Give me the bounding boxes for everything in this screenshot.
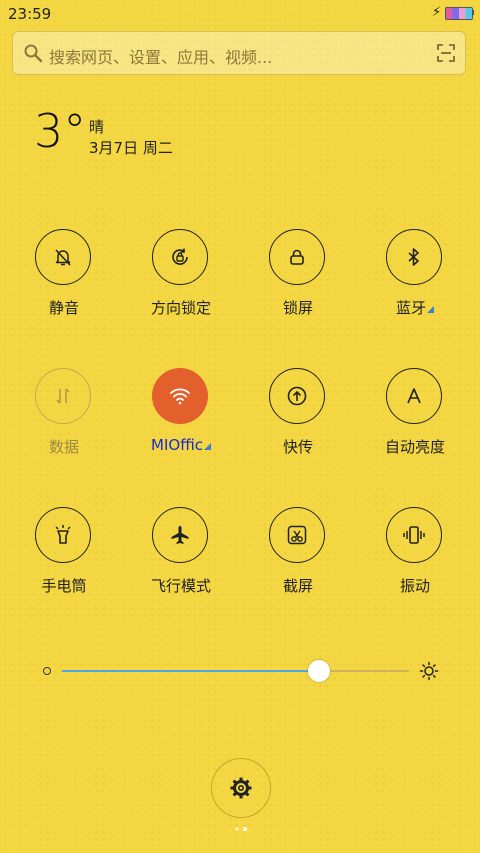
toggle-screenshot[interactable]: 截屏 <box>248 507 348 617</box>
toggle-screenshot-label: 截屏 <box>282 577 313 595</box>
more-indicator-icon <box>203 443 211 450</box>
toggle-data-button[interactable] <box>35 368 91 424</box>
flashlight-icon <box>55 525 71 544</box>
lock-icon <box>290 249 304 265</box>
toggle-bluetooth-label: 蓝牙 <box>365 297 465 318</box>
toggle-bluetooth-button[interactable] <box>386 229 442 285</box>
page-dot-active <box>243 827 247 831</box>
brightness-fill <box>62 670 319 672</box>
toggle-autobright-label: 自动亮度 <box>384 438 445 456</box>
auto-brightness-icon <box>407 388 421 404</box>
search-placeholder: 搜索网页、设置、应用、视频... <box>49 48 273 67</box>
upload-icon <box>287 386 307 406</box>
page-indicator <box>233 827 253 833</box>
toggle-mute-button[interactable] <box>35 229 91 285</box>
toggle-rotation-label: 方向锁定 <box>150 299 211 317</box>
toggle-rotation-button[interactable] <box>152 229 208 285</box>
toggle-data[interactable]: 数据 <box>14 368 114 478</box>
toggle-lock-label: 锁屏 <box>282 299 313 317</box>
rotation-lock-icon <box>172 248 188 265</box>
bluetooth-icon <box>408 248 419 266</box>
brightness-track[interactable] <box>62 670 409 672</box>
weather-condition: 晴 <box>89 118 105 136</box>
toggle-vibrate[interactable]: 振动 <box>365 507 465 617</box>
brightness-slider[interactable] <box>40 658 440 684</box>
toggle-lock-button[interactable] <box>269 229 325 285</box>
weather-temperature: 3° <box>34 104 87 158</box>
toggle-lock[interactable]: 锁屏 <box>248 229 348 339</box>
more-indicator-icon <box>427 306 434 313</box>
airplane-icon <box>171 526 189 544</box>
toggle-mute-label: 静音 <box>48 299 79 317</box>
bolt-icon: ⚡ <box>432 5 442 20</box>
toggle-airplane[interactable]: 飞行模式 <box>131 507 231 617</box>
search-bar[interactable]: 搜索网页、设置、应用、视频... <box>12 31 466 75</box>
toggle-screenshot-button[interactable] <box>269 507 325 563</box>
toggle-airplane-button[interactable] <box>152 507 208 563</box>
scan-icon[interactable] <box>437 44 455 62</box>
brightness-thumb[interactable] <box>307 660 330 682</box>
toggle-transfer[interactable]: 快传 <box>248 368 348 478</box>
battery-tip <box>472 10 474 15</box>
brightness-low-icon <box>43 667 51 675</box>
status-time: 23:59 <box>8 5 52 23</box>
toggle-autobright-button[interactable] <box>386 368 442 424</box>
wifi-icon <box>170 388 190 405</box>
battery-icon <box>445 7 473 20</box>
toggle-bluetooth[interactable]: 蓝牙 <box>365 229 465 339</box>
toggle-wifi-button[interactable] <box>152 368 208 424</box>
toggle-transfer-label: 快传 <box>282 438 313 456</box>
toggle-wifi[interactable]: MIOffic <box>131 368 231 478</box>
toggle-rotation[interactable]: 方向锁定 <box>131 229 231 339</box>
toggle-vibrate-label: 振动 <box>399 577 430 595</box>
toggle-vibrate-button[interactable] <box>386 507 442 563</box>
toggle-autobright[interactable]: 自动亮度 <box>365 368 465 478</box>
toggle-flashlight-button[interactable] <box>35 507 91 563</box>
toggle-flashlight[interactable]: 手电筒 <box>14 507 114 617</box>
toggle-flashlight-label: 手电筒 <box>41 577 87 595</box>
scissors-icon <box>287 525 307 545</box>
weather-date: 3月7日 周二 <box>89 139 173 157</box>
toggle-wifi-label: MIOffic <box>131 436 231 454</box>
settings-button[interactable] <box>211 758 271 818</box>
toggle-mute[interactable]: 静音 <box>14 229 114 339</box>
status-bar: 23:59 ⚡ <box>0 0 480 26</box>
search-icon <box>24 44 43 63</box>
vibrate-icon <box>403 526 425 544</box>
toggle-data-label: 数据 <box>48 438 79 456</box>
toggle-airplane-label: 飞行模式 <box>150 577 211 595</box>
bell-mute-icon <box>55 249 71 266</box>
brightness-high-icon <box>419 661 439 681</box>
gear-icon <box>230 777 252 799</box>
data-arrows-icon <box>56 388 70 404</box>
page-dot <box>235 827 239 831</box>
toggle-transfer-button[interactable] <box>269 368 325 424</box>
